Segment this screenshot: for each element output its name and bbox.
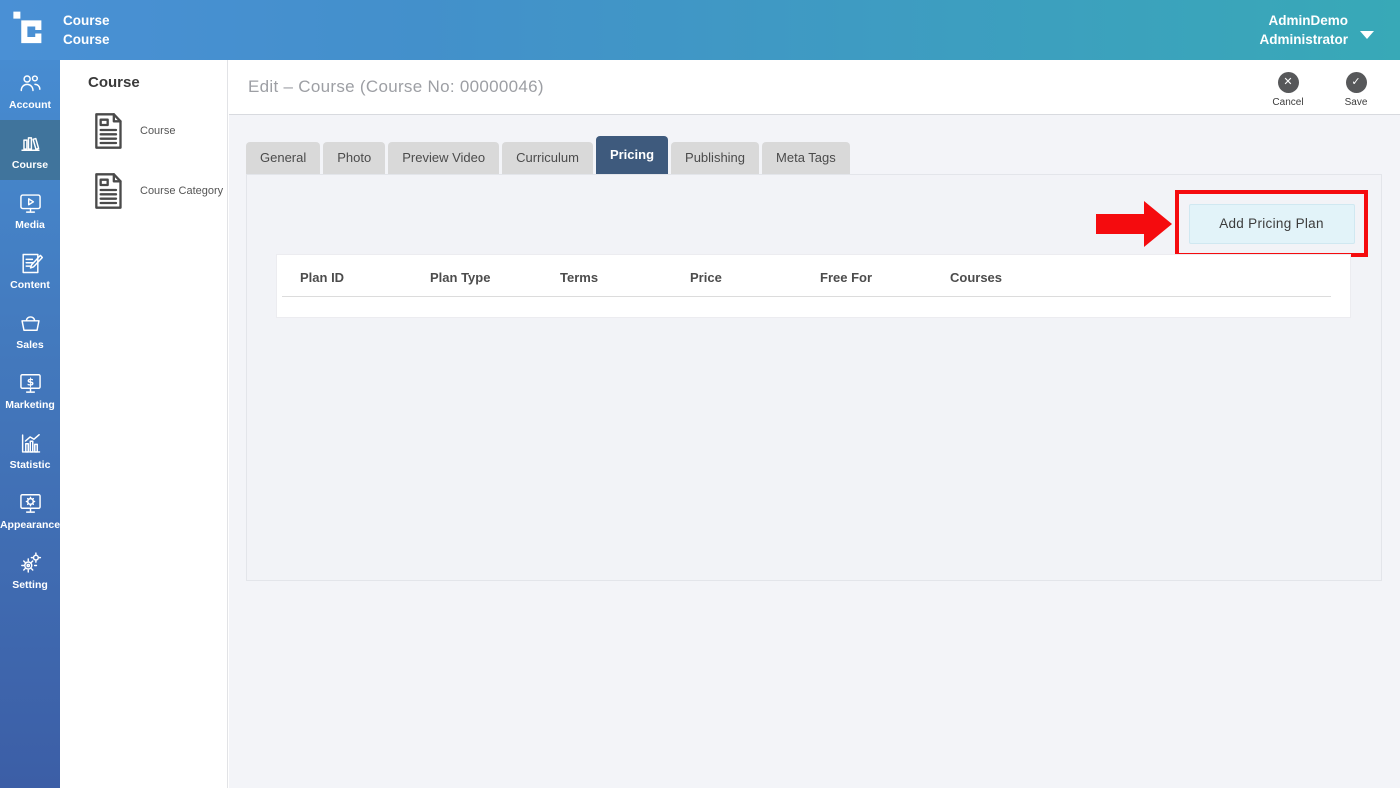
secondary-sidebar-title: Course bbox=[88, 74, 227, 91]
column-header-plan-type: Plan Type bbox=[430, 270, 560, 285]
sidebar-item-course[interactable]: Course bbox=[0, 120, 60, 180]
sidebar-item-media[interactable]: Media bbox=[0, 180, 60, 240]
user-menu[interactable]: AdminDemo Administrator bbox=[1259, 11, 1348, 49]
tabs-row: GeneralPhotoPreview VideoCurriculumPrici… bbox=[246, 136, 1400, 174]
annotation-highlight-rect: Add Pricing Plan bbox=[1175, 190, 1368, 257]
header-title-line1: Course bbox=[63, 11, 110, 30]
sidebar-item-appearance[interactable]: Appearance bbox=[0, 480, 60, 540]
subsidebar-item-course-category[interactable]: Course Category bbox=[88, 169, 227, 213]
secondary-sidebar: Course Course Course Category bbox=[60, 60, 228, 788]
tab-photo[interactable]: Photo bbox=[323, 142, 385, 174]
pricing-table-header-row: Plan IDPlan TypeTermsPriceFree ForCourse… bbox=[277, 270, 1350, 285]
tab-publishing[interactable]: Publishing bbox=[671, 142, 759, 174]
column-header-price: Price bbox=[690, 270, 820, 285]
media-icon bbox=[17, 190, 44, 217]
content-icon bbox=[17, 250, 44, 277]
tab-pricing[interactable]: Pricing bbox=[596, 136, 668, 174]
column-header-terms: Terms bbox=[560, 270, 690, 285]
app-header: Course Course AdminDemo Administrator bbox=[0, 0, 1400, 60]
sidebar-item-statistic[interactable]: Statistic bbox=[0, 420, 60, 480]
column-header-courses: Courses bbox=[950, 270, 1080, 285]
setting-icon bbox=[17, 550, 44, 577]
subsidebar-item-course[interactable]: Course bbox=[88, 109, 227, 153]
appearance-icon bbox=[17, 490, 44, 517]
basket-icon bbox=[17, 310, 44, 337]
user-role: Administrator bbox=[1259, 30, 1348, 49]
svg-text:$: $ bbox=[26, 375, 33, 388]
page-title-bar: Edit – Course (Course No: 00000046) ✕ Ca… bbox=[229, 60, 1400, 115]
marketing-icon: $ bbox=[17, 370, 44, 397]
library-icon bbox=[17, 130, 44, 157]
add-pricing-plan-button[interactable]: Add Pricing Plan bbox=[1189, 204, 1355, 244]
logo-icon bbox=[9, 9, 51, 51]
document-icon bbox=[88, 169, 128, 213]
header-title-line2: Course bbox=[63, 30, 110, 49]
action-save[interactable]: ✓ Save bbox=[1334, 72, 1378, 108]
column-header-free-for: Free For bbox=[820, 270, 950, 285]
annotation-arrow-icon bbox=[1096, 201, 1172, 247]
sidebar-item-content[interactable]: Content bbox=[0, 240, 60, 300]
secondary-sidebar-items: Course Course Category bbox=[88, 109, 227, 213]
icon-rail: Account Course Media Content Sales $ Mar… bbox=[0, 60, 60, 788]
chevron-down-icon[interactable] bbox=[1360, 31, 1374, 39]
sidebar-item-marketing[interactable]: $ Marketing bbox=[0, 360, 60, 420]
sidebar-item-setting[interactable]: Setting bbox=[0, 540, 60, 600]
tab-general[interactable]: General bbox=[246, 142, 320, 174]
column-header-plan-id: Plan ID bbox=[300, 270, 430, 285]
tab-preview-video[interactable]: Preview Video bbox=[388, 142, 499, 174]
action-cancel[interactable]: ✕ Cancel bbox=[1266, 72, 1310, 108]
header-title: Course Course bbox=[63, 11, 110, 49]
chart-icon bbox=[17, 430, 44, 457]
app-logo[interactable] bbox=[0, 0, 60, 60]
page-title: Edit – Course (Course No: 00000046) bbox=[248, 77, 544, 97]
tab-curriculum[interactable]: Curriculum bbox=[502, 142, 593, 174]
sidebar-item-sales[interactable]: Sales bbox=[0, 300, 60, 360]
sidebar-item-account[interactable]: Account bbox=[0, 60, 60, 120]
users-icon bbox=[17, 70, 44, 97]
main-area: Edit – Course (Course No: 00000046) ✕ Ca… bbox=[229, 60, 1400, 788]
title-actions: ✕ Cancel ✓ Save bbox=[1266, 66, 1378, 108]
pricing-panel: Add Pricing Plan Plan IDPlan TypeTermsPr… bbox=[246, 174, 1382, 581]
document-icon bbox=[88, 109, 128, 153]
tab-meta-tags[interactable]: Meta Tags bbox=[762, 142, 850, 174]
table-header-divider bbox=[282, 296, 1331, 297]
user-name: AdminDemo bbox=[1259, 11, 1348, 30]
pricing-table: Plan IDPlan TypeTermsPriceFree ForCourse… bbox=[276, 254, 1351, 318]
